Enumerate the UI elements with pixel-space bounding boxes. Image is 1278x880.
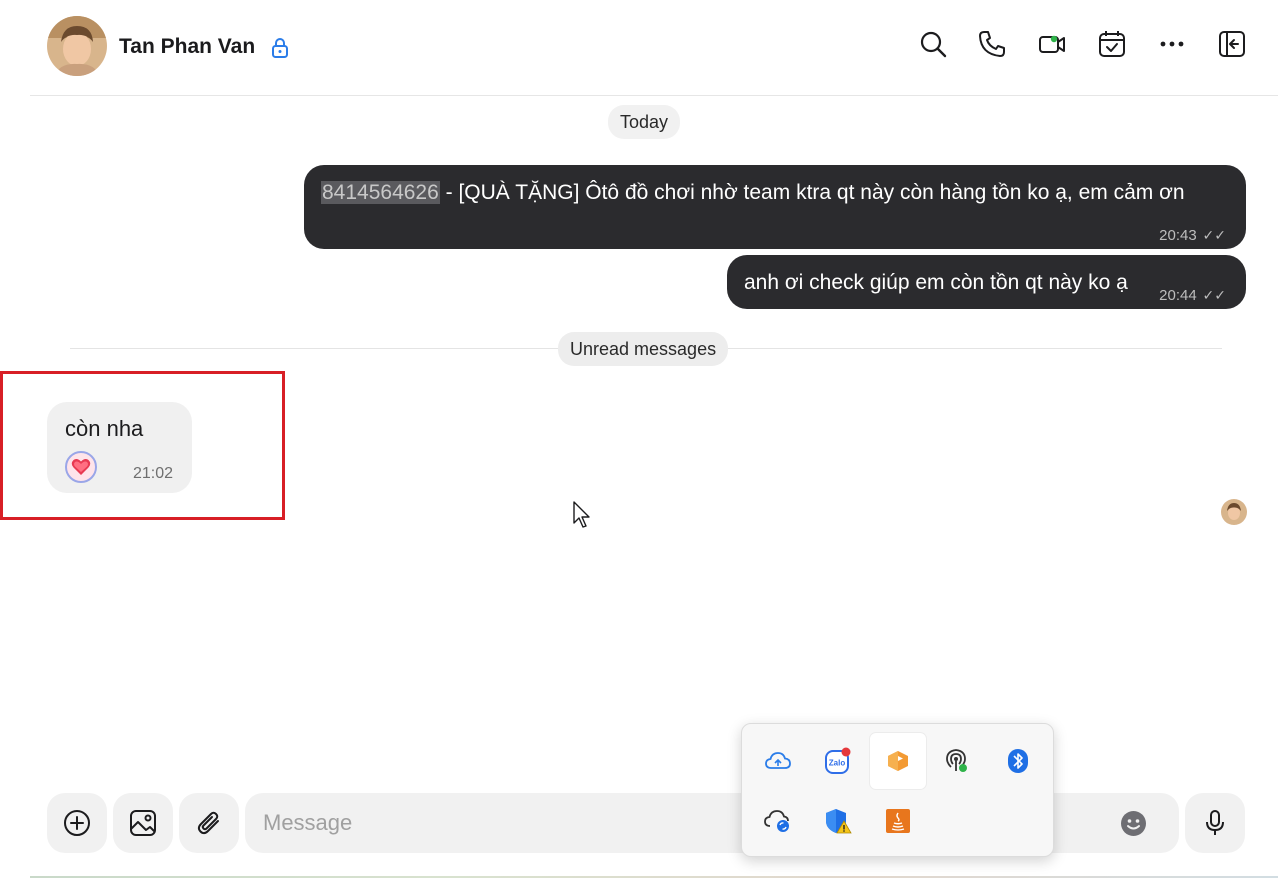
incoming-message[interactable]: còn nha 21:02 bbox=[47, 402, 192, 493]
app-orange-icon[interactable] bbox=[870, 733, 926, 789]
message-text: 8414564626 - [QUÀ TẶNG] Ôtô đồ chơi nhờ … bbox=[321, 178, 1221, 208]
gallery-button[interactable] bbox=[113, 793, 173, 853]
read-check-icon: ✓✓ bbox=[1202, 287, 1226, 303]
search-icon[interactable] bbox=[918, 29, 948, 59]
attach-button[interactable] bbox=[179, 793, 239, 853]
message-body: anh ơi check giúp em còn tồn qt này ko ạ bbox=[744, 271, 1128, 294]
java-icon[interactable] bbox=[870, 793, 926, 849]
mouse-cursor-icon bbox=[573, 501, 593, 529]
outgoing-message[interactable]: 8414564626 - [QUÀ TẶNG] Ôtô đồ chơi nhờ … bbox=[304, 165, 1246, 249]
contact-name[interactable]: Tan Phan Van bbox=[119, 35, 255, 59]
onedrive-icon[interactable] bbox=[750, 733, 806, 789]
add-button[interactable] bbox=[47, 793, 107, 853]
message-body: còn nha bbox=[65, 416, 144, 441]
contact-avatar[interactable] bbox=[47, 16, 107, 76]
message-time: 20:44 bbox=[1159, 287, 1197, 304]
video-call-icon[interactable] bbox=[1037, 29, 1067, 59]
chat-header: Tan Phan Van bbox=[30, 0, 1278, 96]
outgoing-message[interactable]: anh ơi check giúp em còn tồn qt này ko ạ… bbox=[727, 255, 1246, 309]
plus-circle-icon bbox=[64, 810, 90, 836]
phone-icon[interactable] bbox=[977, 29, 1007, 59]
heart-reaction-icon[interactable] bbox=[65, 451, 97, 483]
message-time: 21:02 bbox=[133, 465, 174, 482]
message-time: 20:43 bbox=[1159, 227, 1197, 244]
sidebar-toggle-icon[interactable] bbox=[1217, 29, 1247, 59]
hotspot-icon[interactable] bbox=[930, 733, 986, 789]
read-check-icon: ✓✓ bbox=[1202, 227, 1226, 243]
svg-text:Zalo: Zalo bbox=[829, 759, 846, 768]
more-icon[interactable] bbox=[1157, 29, 1187, 59]
voice-button[interactable] bbox=[1185, 793, 1245, 853]
calendar-check-icon[interactable] bbox=[1097, 29, 1127, 59]
message-meta: 20:43 ✓✓ bbox=[1159, 219, 1226, 251]
zalo-icon[interactable]: Zalo bbox=[810, 733, 866, 789]
defender-warning-icon[interactable] bbox=[810, 793, 866, 849]
paperclip-icon bbox=[197, 811, 219, 835]
emoji-icon[interactable] bbox=[1120, 810, 1147, 837]
message-meta: 20:44 ✓✓ bbox=[1159, 279, 1226, 311]
microphone-icon bbox=[1206, 810, 1224, 835]
message-body: - [QUÀ TẶNG] Ôtô đồ chơi nhờ team ktra q… bbox=[439, 181, 1185, 204]
image-icon bbox=[130, 810, 156, 836]
bluetooth-icon[interactable] bbox=[990, 733, 1046, 789]
system-tray-overflow: Zalo bbox=[741, 723, 1054, 857]
bottom-border bbox=[30, 876, 1278, 878]
cloud-sync-icon[interactable] bbox=[750, 793, 806, 849]
date-separator: Today bbox=[608, 105, 681, 139]
read-receipt-avatar bbox=[1221, 499, 1247, 525]
highlighted-code[interactable]: 8414564626 bbox=[321, 181, 440, 204]
lock-icon bbox=[270, 37, 290, 59]
unread-separator: Unread messages bbox=[558, 332, 729, 366]
